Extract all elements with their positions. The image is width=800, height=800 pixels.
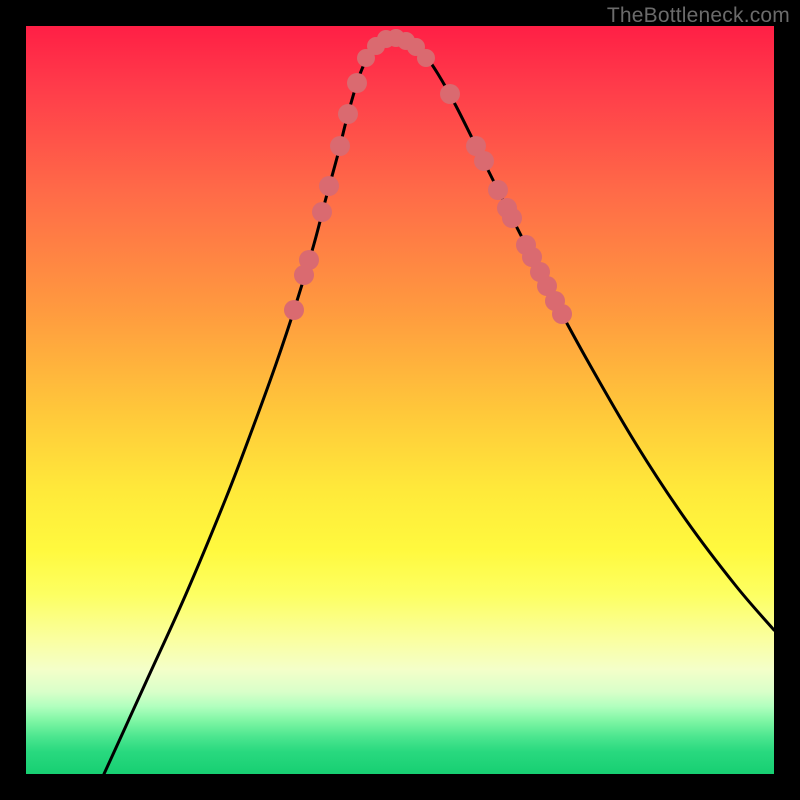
curve-marker	[338, 104, 358, 124]
curve-marker	[552, 304, 572, 324]
curve-marker	[488, 180, 508, 200]
chart-svg	[26, 26, 774, 774]
curve-marker	[284, 300, 304, 320]
watermark-label: TheBottleneck.com	[607, 4, 790, 28]
curve-marker	[319, 176, 339, 196]
curve-marker	[347, 73, 367, 93]
curve-marker	[312, 202, 332, 222]
curve-marker	[474, 151, 494, 171]
curve-marker	[417, 49, 435, 67]
curve-markers	[284, 29, 572, 324]
curve-marker	[299, 250, 319, 270]
bottleneck-curve	[104, 37, 774, 774]
curve-marker	[502, 208, 522, 228]
chart-frame	[26, 26, 774, 774]
chart-plot-area	[26, 26, 774, 774]
curve-marker	[440, 84, 460, 104]
curve-marker	[330, 136, 350, 156]
